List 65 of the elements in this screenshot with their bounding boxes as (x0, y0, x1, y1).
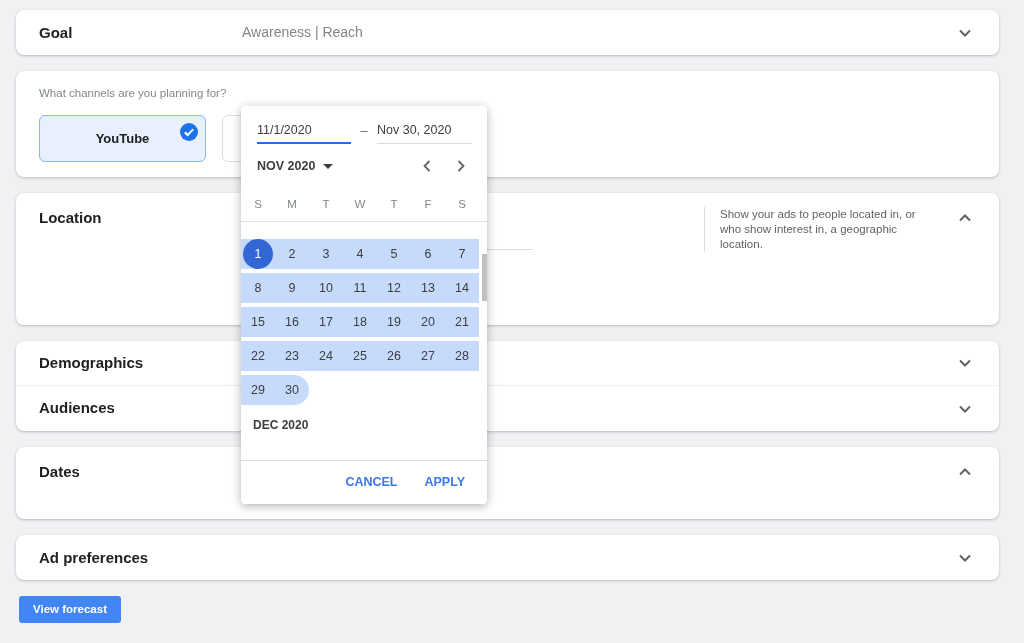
section-title: Audiences (39, 398, 115, 419)
date-input-field[interactable]: Nov 30, 2020 (377, 118, 472, 144)
location-help-text: Show your ads to people located in, or who show interest in, a geographic location. (704, 207, 934, 252)
weekday-label: M (286, 196, 298, 212)
dialog-button[interactable]: APPLY (416, 466, 473, 499)
calendar-day[interactable]: 23 (275, 341, 309, 371)
chevron-down-icon[interactable] (959, 359, 971, 367)
calendar-day[interactable]: 10 (309, 273, 343, 303)
calendar-day[interactable]: 16 (275, 307, 309, 337)
calendar-day[interactable]: 13 (411, 273, 445, 303)
range-separator: – (359, 122, 369, 141)
weekday-label: F (423, 196, 433, 212)
section-title: Goal (39, 23, 73, 41)
chevron-up-icon[interactable] (959, 468, 971, 476)
calendar-day[interactable]: 1 (241, 239, 275, 269)
calendar-day[interactable]: 24 (309, 341, 343, 371)
calendar-day[interactable]: 11 (343, 273, 377, 303)
calendar-day[interactable]: 28 (445, 341, 479, 371)
calendar-day[interactable]: 30 (275, 375, 309, 405)
channel-tile[interactable]: YouTube (39, 115, 206, 162)
chevron-down-icon[interactable] (959, 553, 971, 562)
calendar-day[interactable]: 6 (411, 239, 445, 269)
calendar-day[interactable]: 19 (377, 307, 411, 337)
calendar-day[interactable]: 15 (241, 307, 275, 337)
calendar-day[interactable]: 27 (411, 341, 445, 371)
date-input-field[interactable]: 11/1/2020 (257, 118, 351, 144)
chevron-down-icon[interactable] (959, 404, 971, 413)
calendar-day[interactable]: 7 (445, 239, 479, 269)
calendar-day[interactable]: 5 (377, 239, 411, 269)
calendar-day[interactable]: 26 (377, 341, 411, 371)
calendar-day[interactable]: 4 (343, 239, 377, 269)
calendar-day[interactable]: 3 (309, 239, 343, 269)
section-summary: Awareness | Reach (242, 23, 363, 42)
chevron-right-icon[interactable] (457, 160, 465, 172)
calendar-day[interactable]: 9 (275, 273, 309, 303)
calendar-day[interactable]: 21 (445, 307, 479, 337)
calendar-day[interactable]: 22 (241, 341, 275, 371)
weekday-label: T (321, 196, 331, 212)
calendar-day[interactable]: 18 (343, 307, 377, 337)
calendar-day[interactable]: 29 (241, 375, 275, 405)
calendar-day[interactable]: 20 (411, 307, 445, 337)
chevron-left-icon[interactable] (423, 160, 431, 172)
weekday-label: T (389, 196, 399, 212)
section-title: Dates (39, 461, 80, 482)
check-circle-icon (180, 123, 198, 141)
calendar-day[interactable]: 8 (241, 273, 275, 303)
section-title: Demographics (39, 352, 144, 373)
view-forecast-button[interactable]: View forecast (19, 596, 121, 623)
month-dropdown[interactable]: NOV 2020 (257, 156, 334, 176)
section-title: Ad preferences (39, 548, 149, 566)
weekday-label: S (253, 196, 263, 212)
chevron-up-icon[interactable] (959, 214, 971, 222)
chevron-down-icon[interactable] (959, 28, 971, 37)
channels-question: What channels are you planning for? (39, 86, 228, 101)
calendar-day[interactable]: 25 (343, 341, 377, 371)
calendar-day[interactable]: 14 (445, 273, 479, 303)
dialog-button[interactable]: CANCEL (337, 466, 406, 499)
weekday-label: W (353, 196, 367, 212)
calendar-day[interactable]: 17 (309, 307, 343, 337)
month-heading: DEC 2020 (253, 417, 309, 434)
calendar-day[interactable]: 2 (275, 239, 309, 269)
scrollbar-thumb[interactable] (482, 254, 487, 301)
weekday-label: S (457, 196, 467, 212)
calendar-day[interactable]: 12 (377, 273, 411, 303)
section-title: Location (39, 207, 102, 228)
